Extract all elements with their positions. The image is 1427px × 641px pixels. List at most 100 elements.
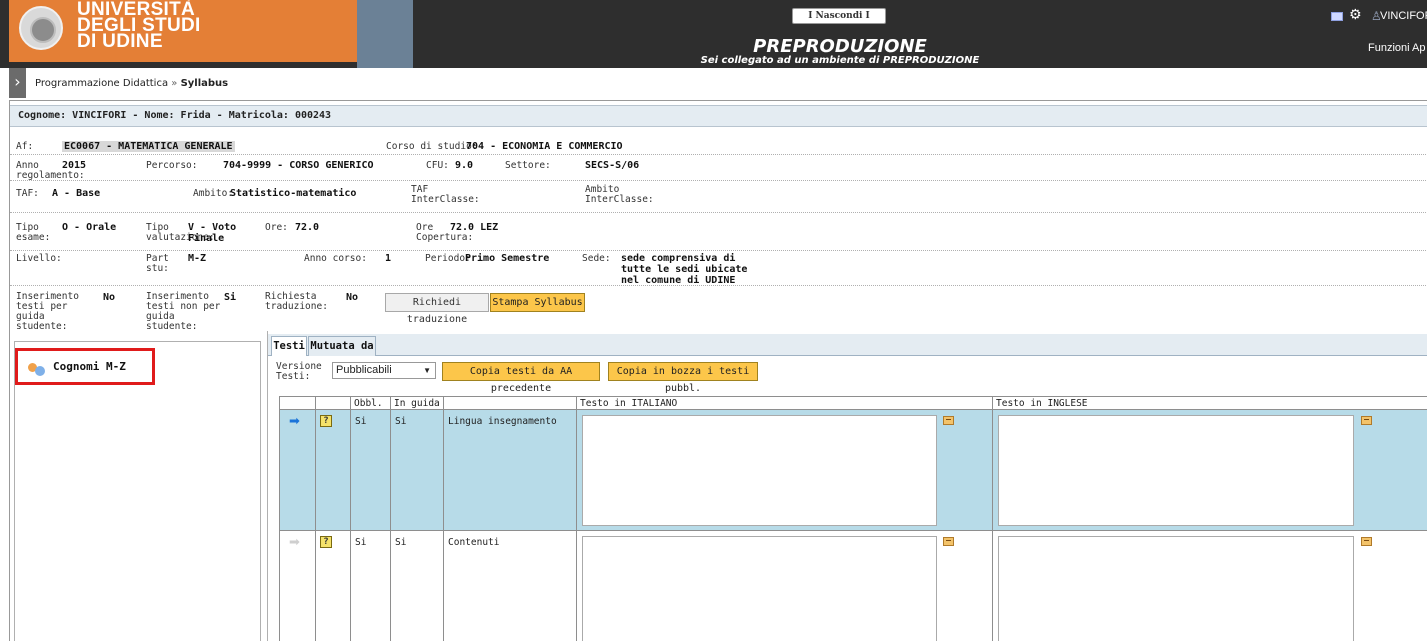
header-accent-block [357,0,413,68]
livello-label: Livello: [16,253,62,264]
anno-value: 2015 [62,160,87,171]
corso-value: 704 - ECONOMIA E COMMERCIO [466,141,623,152]
percorso-label: Percorso: [146,160,198,171]
tab-strip: Testi Mutuata da [268,334,1427,356]
university-seal-icon [19,6,63,50]
table-row[interactable]: ➡ [279,410,316,531]
cfu-value: 9.0 [455,160,474,171]
testi-grid: Obbl. In guida Testo in ITALIANO Testo i… [279,396,1427,641]
richiesta-traduzione-label: Richiesta traduzione: [265,291,328,312]
environment-title: PREPRODUZIONE [753,36,927,57]
settore-label: Settore: [505,160,551,171]
testo-inglese-textarea[interactable] [998,415,1354,526]
grid-header-testo-inglese: Testo in INGLESE [993,396,1427,410]
taf-value: A - Base [52,188,101,199]
tipo-valutazione-value: V - Voto Finale [188,222,237,244]
richiesta-traduzione-value: No [346,292,359,303]
tab-mutuata-da[interactable]: Mutuata da [308,336,376,356]
corso-label: Corso di studio: [386,141,478,152]
edit-icon[interactable] [1361,416,1372,425]
functions-menu[interactable]: Funzioni Ap [1368,42,1425,54]
sede-value: sede comprensiva di tutte le sedi ubicat… [621,253,748,286]
row-help-cell: ? [316,410,351,531]
gear-icon[interactable]: ⚙ [1349,8,1362,22]
grid-header-name [444,396,577,410]
row-in-guida-cell: Si [391,531,444,641]
info-row-inserimento: Inserimento testi per guida studente: No… [10,286,1427,332]
part-stu-value: M-Z [188,253,207,264]
part-stu-label: Part stu: [146,253,169,274]
row-name-cell: Contenuti [444,531,577,641]
percorso-value: 704-9999 - CORSO GENERICO [223,160,374,171]
tab-testi[interactable]: Testi [271,336,307,356]
row-in-guida-cell: Si [391,410,444,531]
af-label: Af: [16,141,34,152]
edit-icon[interactable] [943,416,954,425]
tipo-esame-value: O - Orale [62,222,117,233]
ambito-label: Ambito: [193,188,234,199]
group-icon [28,361,46,377]
grid-header-in-guida: In guida [391,396,444,410]
app-header: UNIVERSITÀ DEGLI STUDI DI UDINE I Nascon… [0,0,1427,68]
ambito-value: Statistico-matematico [230,188,357,199]
ins-guida-label: Inserimento testi per guida studente: [16,291,79,332]
info-row-livello: Livello: Part stu: M-Z Anno corso: 1 Per… [10,251,1427,286]
copia-in-bozza-button[interactable]: Copia in bozza i testi pubbl. [608,362,758,394]
brand-line-3: DI UDINE [77,31,163,52]
row-in-guida-value: Si [395,537,407,548]
cfu-label: CFU: [426,160,449,171]
group-highlight[interactable]: Cognomi M-Z [15,348,155,385]
row-name: Lingua insegnamento [448,416,557,427]
student-info-bar: Cognome: VINCIFORI - Nome: Frida - Matri… [10,105,1427,127]
edit-icon[interactable] [943,537,954,546]
ins-non-guida-value: Si [224,292,237,303]
ins-non-guida-label: Inserimento testi non per guida studente… [146,291,221,332]
stampa-syllabus-button[interactable]: Stampa Syllabus [490,293,585,312]
versione-testi-label: Versione Testi: [276,361,322,382]
settore-value: SECS-S/06 [585,160,640,171]
ore-copertura-value: 72.0 LEZ [450,222,499,233]
breadcrumb-parent-link[interactable]: Programmazione Didattica [35,78,168,89]
row-obbl-value: Si [355,416,367,427]
ins-guida-value: No [103,292,116,303]
grid-header-obbl: Obbl. [351,396,391,410]
edit-icon[interactable] [1361,537,1372,546]
info-row-tipo-esame: Tipo esame: O - Orale Tipo valutazione: … [10,213,1427,251]
user-name-link[interactable]: VINCIFORI F [1380,10,1427,22]
hide-header-button[interactable]: I Nascondi I [792,8,886,24]
ambito-interclasse-label: Ambito InterClasse: [585,184,654,205]
row-italiano-cell [577,531,993,641]
help-icon[interactable]: ? [320,536,332,548]
testo-italiano-textarea[interactable] [582,536,937,641]
row-name: Contenuti [448,537,500,548]
sede-label: Sede: [582,253,611,264]
testo-inglese-textarea[interactable] [998,536,1354,641]
testo-italiano-textarea[interactable] [582,415,937,526]
row-obbl-cell: Si [351,410,391,531]
row-in-guida-value: Si [395,416,407,427]
chevron-down-icon: ▼ [423,366,431,375]
anno-corso-value: 1 [385,253,392,264]
periodo-label: Periodo: [425,253,471,264]
versione-testi-select[interactable]: Pubblicabili ▼ [332,362,436,379]
help-icon[interactable]: ? [320,415,332,427]
sidebar-toggle-button[interactable]: › [9,68,26,98]
mail-icon[interactable] [1331,12,1343,21]
richiedi-traduzione-button[interactable]: Richiedi traduzione [385,293,489,325]
group-label: Cognomi M-Z [53,360,126,373]
ore-label: Ore: [265,222,288,233]
arrow-right-icon: ➡ [289,535,300,550]
environment-subtitle: Sei collegato ad un ambiente di PREPRODU… [700,55,980,66]
arrow-right-icon: ➡ [289,414,300,429]
row-inglese-cell [993,410,1427,531]
info-row-af: Af: EC0067 - MATEMATICA GENERALE Corso d… [10,139,1427,155]
row-name-cell: Lingua insegnamento [444,410,577,531]
ore-value: 72.0 [295,222,320,233]
copia-testi-aa-button[interactable]: Copia testi da AA precedente [442,362,600,394]
group-panel: Cognomi M-Z [14,341,261,641]
grid-header-testo-italiano: Testo in ITALIANO [577,396,993,410]
grid-header-help [316,396,351,410]
row-obbl-value: Si [355,537,367,548]
university-brand[interactable]: UNIVERSITÀ DEGLI STUDI DI UDINE [9,0,370,62]
table-row[interactable]: ➡ [279,531,316,641]
